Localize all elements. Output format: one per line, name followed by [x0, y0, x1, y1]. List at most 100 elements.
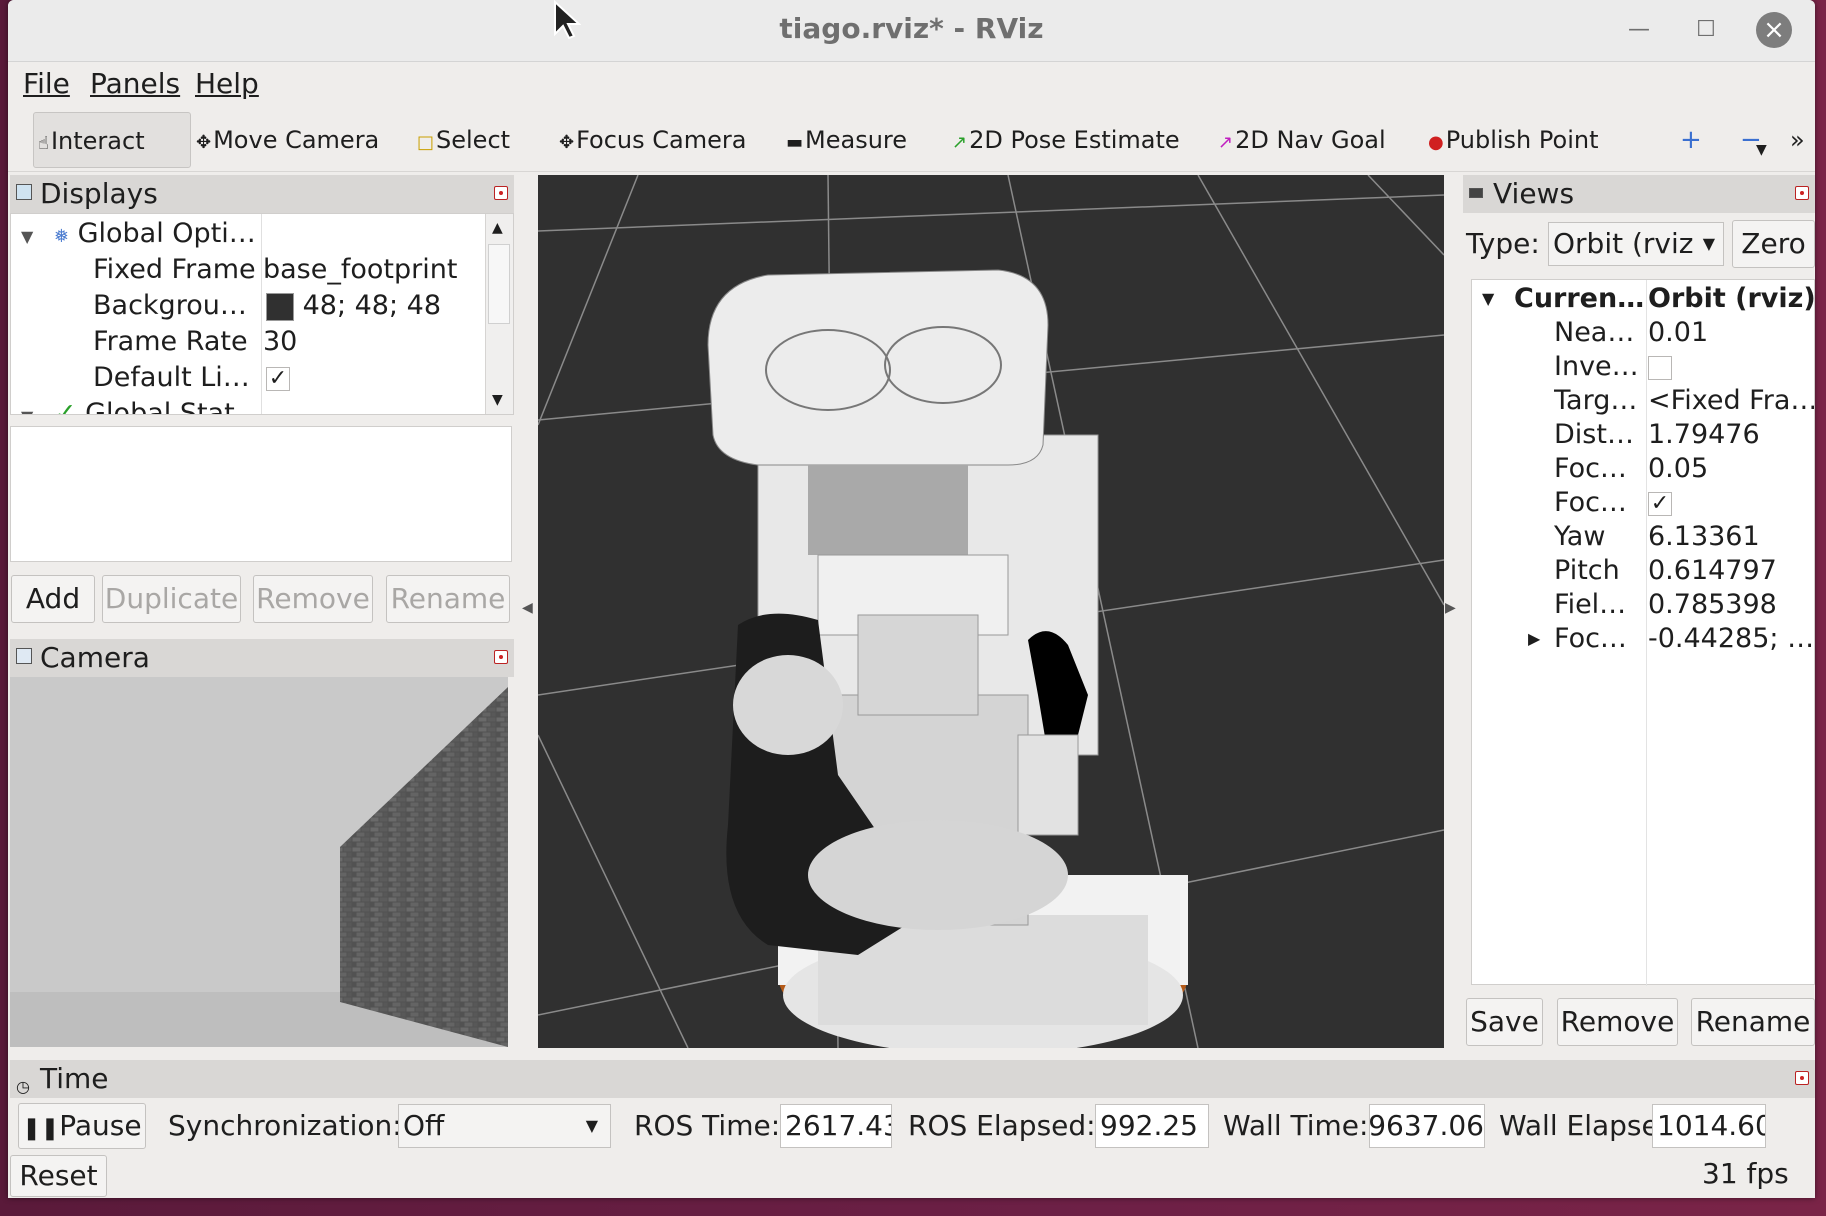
close-button[interactable]: ×: [1756, 12, 1792, 48]
chevron-down-icon[interactable]: ▼: [1752, 122, 1767, 178]
expand-arrow-icon: ▼: [21, 407, 33, 414]
view-property-row[interactable]: Foc… ✓: [1472, 486, 1814, 520]
remove-display-button[interactable]: Remove: [253, 575, 373, 623]
scrollbar-thumb[interactable]: [488, 244, 510, 324]
publish-point-tool[interactable]: ●Publish Point: [1424, 112, 1598, 168]
collapse-left-icon[interactable]: ◀: [522, 600, 533, 616]
display-description-box: [10, 426, 512, 562]
rviz-window: tiago.rviz* - RViz — ☐ × File Panels Hel…: [8, 0, 1815, 1198]
expand-arrow-icon: ▶: [1528, 629, 1541, 648]
pause-button[interactable]: ❚❚Pause: [18, 1103, 146, 1149]
camera-image: [10, 677, 508, 1047]
view-property-row[interactable]: Nea… 0.01: [1472, 316, 1814, 350]
sync-dropdown[interactable]: Off ▼: [398, 1104, 611, 1148]
invert-checkbox[interactable]: [1648, 355, 1672, 380]
interact-tool[interactable]: ☝Interact: [33, 112, 191, 168]
default-light-checkbox[interactable]: ✓: [266, 360, 290, 396]
fixed-frame-value[interactable]: base_footprint: [263, 252, 457, 288]
title-bar: tiago.rviz* - RViz — ☐ ×: [8, 0, 1815, 62]
measure-tool[interactable]: ▬Measure: [782, 112, 907, 168]
remove-view-button[interactable]: Remove: [1557, 998, 1678, 1046]
column-divider: [261, 214, 262, 414]
add-display-button[interactable]: Add: [11, 575, 95, 623]
mouse-cursor-icon: [554, 0, 581, 40]
frame-rate-value[interactable]: 30: [263, 324, 297, 360]
view-property-row[interactable]: Pitch 0.614797: [1472, 554, 1814, 588]
select-tool[interactable]: □Select: [413, 112, 510, 168]
zero-button[interactable]: Zero: [1732, 220, 1815, 268]
background-value[interactable]: 48; 48; 48: [266, 288, 441, 324]
dropdown-arrow-icon: ▼: [1702, 234, 1715, 253]
camera-icon: [16, 648, 32, 664]
wall-elapsed-field: 1014.60: [1652, 1104, 1766, 1148]
scrollbar[interactable]: ▲ ▼: [485, 214, 513, 414]
view-property-row[interactable]: Fiel… 0.785398: [1472, 588, 1814, 622]
wall-time-label: Wall Time:: [1223, 1109, 1369, 1142]
minimize-button[interactable]: —: [1621, 12, 1657, 48]
maximize-button[interactable]: ☐: [1688, 12, 1724, 48]
ros-elapsed-field: 992.25: [1095, 1104, 1209, 1148]
focus-shape-checkbox[interactable]: ✓: [1648, 491, 1672, 516]
view-property-row[interactable]: Yaw 6.13361: [1472, 520, 1814, 554]
rename-display-button[interactable]: Rename: [386, 575, 510, 623]
move-icon: ✥: [196, 132, 212, 153]
displays-tree: ▼ ❅ Global Opti… Fixed Frame base_footpr…: [10, 213, 514, 415]
view-property-row[interactable]: Targ… <Fixed Fra…: [1472, 384, 1814, 418]
default-light-label: Default Li…: [93, 362, 250, 393]
3d-render-view[interactable]: [538, 175, 1444, 1048]
time-panel-header: ◷ Time: [10, 1060, 1815, 1098]
frame-rate-label: Frame Rate: [93, 326, 248, 357]
dropdown-arrow-icon: ▼: [585, 1116, 598, 1135]
sync-label: Synchronization:: [168, 1109, 402, 1142]
view-property-row[interactable]: Foc… 0.05: [1472, 452, 1814, 486]
background-label: Backgrou…: [93, 290, 247, 321]
view-type-dropdown[interactable]: Orbit (rviz ▼: [1548, 222, 1724, 266]
robot-scene: [538, 175, 1444, 1048]
duplicate-display-button[interactable]: Duplicate: [102, 575, 241, 623]
add-tool-button[interactable]: +: [1676, 112, 1702, 168]
panel-close-icon[interactable]: [1795, 1071, 1809, 1085]
select-icon: □: [417, 132, 435, 153]
current-view-row[interactable]: ▼ Curren… Orbit (rviz): [1472, 282, 1814, 316]
focus-camera-tool[interactable]: ✥Focus Camera: [555, 112, 746, 168]
panel-close-icon[interactable]: [494, 650, 508, 664]
tool-bar: ☝Interact ✥Move Camera □Select ✥Focus Ca…: [8, 108, 1815, 172]
menu-help[interactable]: Help: [195, 67, 259, 100]
gear-icon: ❅: [53, 226, 69, 247]
rename-view-button[interactable]: Rename: [1691, 998, 1815, 1046]
view-type-label: Type:: [1466, 227, 1540, 260]
ros-time-field: 2617.43: [780, 1104, 892, 1148]
scroll-down-icon[interactable]: ▼: [492, 392, 503, 408]
monitor-icon: [16, 184, 32, 200]
collapse-right-icon[interactable]: ▶: [1445, 600, 1456, 616]
expand-arrow-icon: ▼: [21, 227, 34, 246]
hand-icon: ☝: [38, 133, 49, 154]
panel-close-icon[interactable]: [494, 186, 508, 200]
camera-panel-header: Camera: [10, 639, 514, 677]
menu-panels[interactable]: Panels: [90, 67, 180, 100]
global-options-row[interactable]: ▼ ❅ Global Opti…: [21, 216, 256, 252]
view-property-row[interactable]: Inve…: [1472, 350, 1814, 384]
view-property-row[interactable]: ▶ Foc… -0.44285; …: [1472, 622, 1814, 656]
view-property-row[interactable]: Dist… 1.79476: [1472, 418, 1814, 452]
magenta-arrow-icon: ↗: [1218, 132, 1234, 153]
pause-icon: ❚❚: [22, 1116, 60, 1141]
reset-button[interactable]: Reset: [10, 1155, 107, 1197]
wall-time-field: 29637.06: [1369, 1104, 1485, 1148]
time-title: Time: [40, 1062, 109, 1095]
views-properties-tree: ▼ Curren… Orbit (rviz) Nea… 0.01 Inve… T…: [1471, 279, 1815, 986]
panel-close-icon[interactable]: [1795, 186, 1809, 200]
expand-arrow-icon: ▼: [1482, 289, 1495, 308]
clock-icon: ◷: [16, 1077, 30, 1096]
focus-icon: ✥: [559, 132, 575, 153]
views-title: Views: [1493, 177, 1575, 210]
save-view-button[interactable]: Save: [1466, 998, 1543, 1046]
global-status-row[interactable]: ▼ ✓ Global Stat: [21, 396, 235, 414]
nav-goal-tool[interactable]: ↗2D Nav Goal: [1214, 112, 1386, 168]
pose-estimate-tool[interactable]: ↗2D Pose Estimate: [948, 112, 1180, 168]
move-camera-tool[interactable]: ✥Move Camera: [192, 112, 379, 168]
menu-file[interactable]: File: [23, 67, 70, 100]
toolbar-overflow-button[interactable]: »: [1786, 112, 1805, 168]
scroll-up-icon[interactable]: ▲: [492, 220, 503, 236]
ruler-icon: ▬: [786, 132, 804, 153]
